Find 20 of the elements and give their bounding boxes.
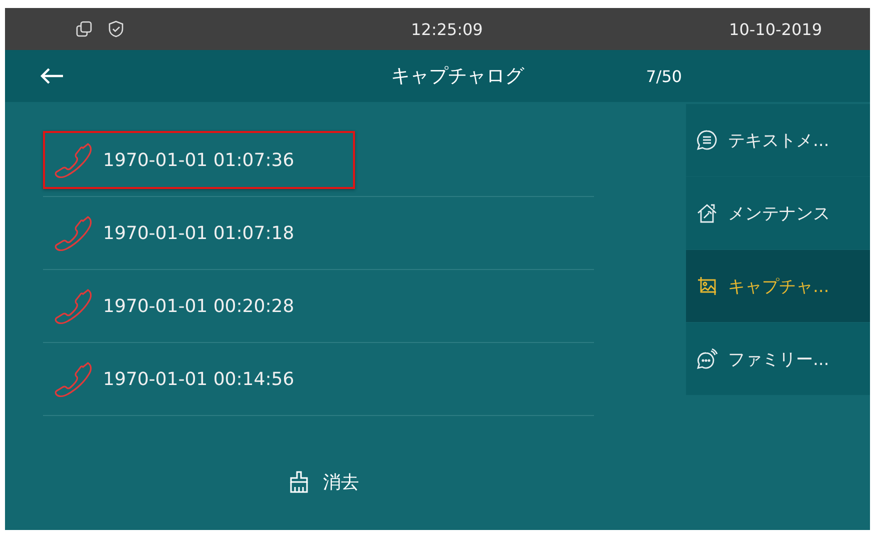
menu-item[interactable]: ファミリー... <box>686 323 870 395</box>
date-text: 10-10-2019 <box>729 20 822 38</box>
clear-button[interactable]: 消去 <box>283 466 363 498</box>
record-item[interactable]: 1970-01-01 01:07:18 <box>43 204 355 262</box>
chat-bubble-icon <box>696 348 718 370</box>
record-item[interactable]: 1970-01-01 01:07:36 <box>43 131 355 189</box>
record-counter: 7/50 <box>646 66 682 86</box>
page-title: キャプチャログ <box>391 64 524 89</box>
record-item[interactable]: 1970-01-01 00:14:56 <box>43 350 355 408</box>
shield-icon <box>107 20 125 38</box>
menu-item[interactable]: キャプチャ... <box>686 250 870 322</box>
back-arrow-icon[interactable] <box>39 68 65 84</box>
clock-time: 12:25:09 <box>411 20 483 38</box>
menu-item[interactable]: テキストメ... <box>686 104 870 176</box>
windows-icon <box>75 20 93 38</box>
record-item[interactable]: 1970-01-01 00:20:28 <box>43 277 355 335</box>
menu-item[interactable]: メンテナンス <box>686 177 870 249</box>
picture-icon <box>696 275 718 297</box>
chat-list-icon <box>696 129 718 151</box>
house-wrench-icon <box>696 202 718 224</box>
